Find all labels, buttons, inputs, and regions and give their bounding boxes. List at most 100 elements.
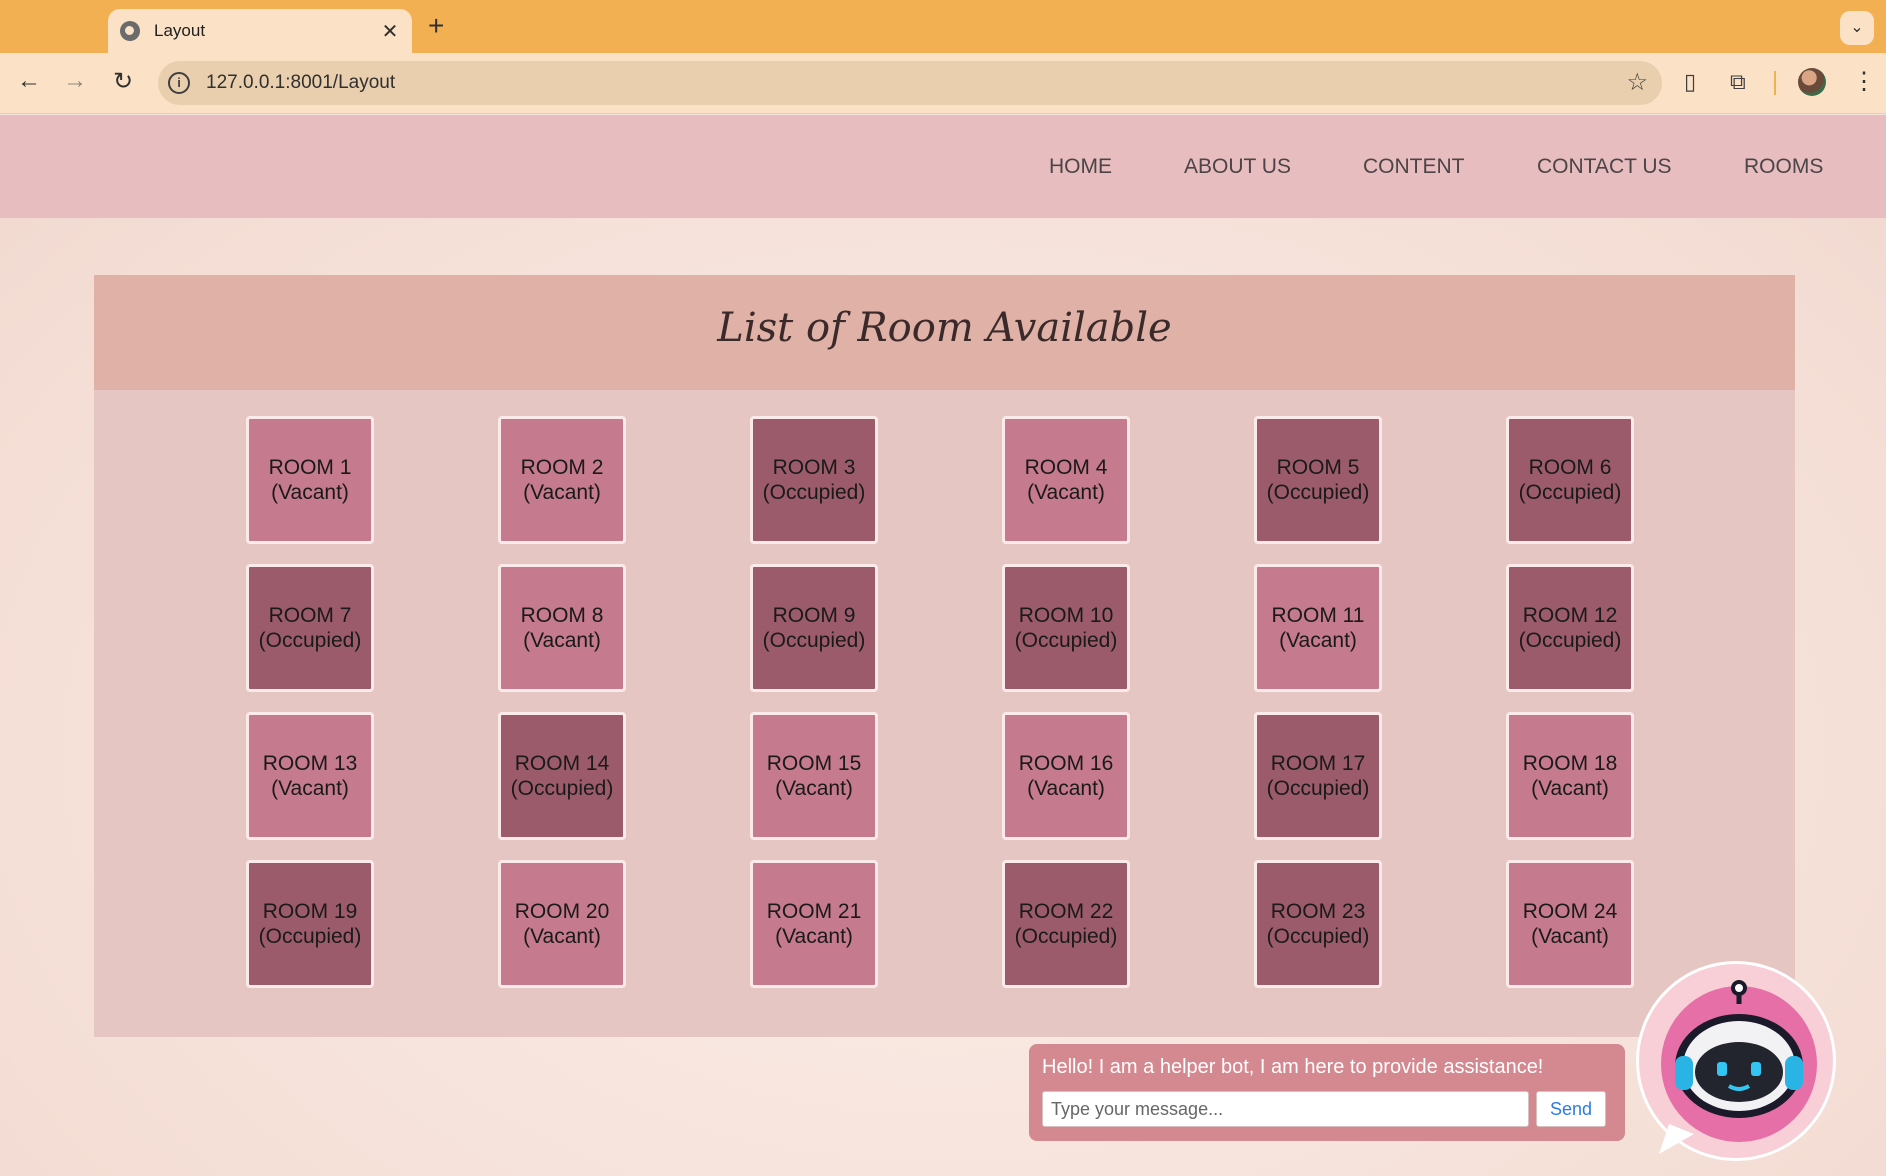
chat-send-button[interactable]: Send <box>1536 1091 1606 1127</box>
room-card[interactable]: ROOM 2 (Vacant) <box>498 416 626 544</box>
room-card[interactable]: ROOM 20 (Vacant) <box>498 860 626 988</box>
room-name: ROOM 22 <box>1018 900 1114 923</box>
room-status: (Occupied) <box>1266 777 1370 800</box>
room-card[interactable]: ROOM 11 (Vacant) <box>1254 564 1382 692</box>
room-card[interactable]: ROOM 3 (Occupied) <box>750 416 878 544</box>
room-status: (Occupied) <box>510 777 614 800</box>
new-tab-button[interactable]: + <box>428 10 444 42</box>
room-status: (Vacant) <box>271 777 349 800</box>
room-card[interactable]: ROOM 22 (Occupied) <box>1002 860 1130 988</box>
room-card[interactable]: ROOM 8 (Vacant) <box>498 564 626 692</box>
room-card[interactable]: ROOM 17 (Occupied) <box>1254 712 1382 840</box>
tab-search-button[interactable]: ⌄ <box>1840 11 1874 45</box>
browser-tab-bar: Layout ✕ + ⌄ <box>0 0 1886 53</box>
room-status: (Vacant) <box>1027 481 1105 504</box>
room-card[interactable]: ROOM 16 (Vacant) <box>1002 712 1130 840</box>
room-card[interactable]: ROOM 5 (Occupied) <box>1254 416 1382 544</box>
room-card[interactable]: ROOM 6 (Occupied) <box>1506 416 1634 544</box>
room-name: ROOM 21 <box>766 900 862 923</box>
site-info-icon[interactable]: i <box>168 72 190 94</box>
nav-rooms[interactable]: ROOMS <box>1744 155 1823 179</box>
globe-icon <box>120 21 140 41</box>
site-navbar: HOME ABOUT US CONTENT CONTACT US ROOMS <box>0 115 1886 218</box>
close-tab-icon[interactable]: ✕ <box>380 19 400 44</box>
room-card[interactable]: ROOM 13 (Vacant) <box>246 712 374 840</box>
room-status: (Vacant) <box>523 925 601 948</box>
room-name: ROOM 4 <box>1024 456 1108 479</box>
room-name: ROOM 1 <box>268 456 352 479</box>
chat-greeting: Hello! I am a helper bot, I am here to p… <box>1042 1056 1544 1078</box>
robot-icon[interactable] <box>1636 961 1836 1161</box>
room-status: (Vacant) <box>775 777 853 800</box>
room-name: ROOM 10 <box>1018 604 1114 627</box>
room-status: (Occupied) <box>762 629 866 652</box>
reading-list-icon[interactable]: ▯ <box>1684 69 1696 95</box>
room-status: (Vacant) <box>523 481 601 504</box>
room-status: (Occupied) <box>258 925 362 948</box>
room-status: (Occupied) <box>762 481 866 504</box>
room-card[interactable]: ROOM 9 (Occupied) <box>750 564 878 692</box>
room-name: ROOM 6 <box>1528 456 1612 479</box>
url-text[interactable]: 127.0.0.1:8001/Layout <box>206 72 395 94</box>
room-card[interactable]: ROOM 15 (Vacant) <box>750 712 878 840</box>
room-card[interactable]: ROOM 14 (Occupied) <box>498 712 626 840</box>
browser-tab[interactable]: Layout ✕ <box>108 9 412 53</box>
room-status: (Vacant) <box>523 629 601 652</box>
room-name: ROOM 12 <box>1522 604 1618 627</box>
address-bar[interactable]: i 127.0.0.1:8001/Layout ☆ <box>158 61 1662 105</box>
room-status: (Vacant) <box>1279 629 1357 652</box>
room-name: ROOM 20 <box>514 900 610 923</box>
room-card[interactable]: ROOM 23 (Occupied) <box>1254 860 1382 988</box>
room-card[interactable]: ROOM 12 (Occupied) <box>1506 564 1634 692</box>
room-status: (Vacant) <box>775 925 853 948</box>
nav-home[interactable]: HOME <box>1049 155 1112 179</box>
reload-icon[interactable]: ↻ <box>108 67 138 96</box>
browser-toolbar: ← → ↻ i 127.0.0.1:8001/Layout ☆ ▯ ⧉ ⋮ <box>0 53 1886 114</box>
room-status: (Vacant) <box>1531 777 1609 800</box>
room-card[interactable]: ROOM 7 (Occupied) <box>246 564 374 692</box>
room-status: (Occupied) <box>258 629 362 652</box>
nav-about-us[interactable]: ABOUT US <box>1184 155 1291 179</box>
room-status: (Occupied) <box>1518 481 1622 504</box>
room-name: ROOM 9 <box>772 604 856 627</box>
chat-message-input[interactable] <box>1042 1091 1529 1127</box>
room-status: (Occupied) <box>1518 629 1622 652</box>
room-name: ROOM 7 <box>268 604 352 627</box>
room-card[interactable]: ROOM 21 (Vacant) <box>750 860 878 988</box>
room-status: (Vacant) <box>1027 777 1105 800</box>
room-card[interactable]: ROOM 1 (Vacant) <box>246 416 374 544</box>
room-name: ROOM 3 <box>772 456 856 479</box>
nav-content[interactable]: CONTENT <box>1363 155 1465 179</box>
room-name: ROOM 15 <box>766 752 862 775</box>
forward-icon[interactable]: → <box>60 67 90 95</box>
room-name: ROOM 11 <box>1271 604 1365 627</box>
room-name: ROOM 18 <box>1522 752 1618 775</box>
nav-contact-us[interactable]: CONTACT US <box>1537 155 1672 179</box>
room-list-panel: List of Room Available ROOM 1 (Vacant) ROO… <box>94 275 1795 1037</box>
room-status: (Occupied) <box>1266 481 1370 504</box>
room-name: ROOM 23 <box>1270 900 1366 923</box>
chat-widget: Hello! I am a helper bot, I am here to p… <box>1029 1044 1625 1141</box>
room-card[interactable]: ROOM 10 (Occupied) <box>1002 564 1130 692</box>
room-status: (Occupied) <box>1266 925 1370 948</box>
browser-menu-icon[interactable]: ⋮ <box>1852 67 1876 96</box>
tab-title: Layout <box>154 21 206 40</box>
room-name: ROOM 14 <box>514 752 610 775</box>
panel-header: List of Room Available <box>94 275 1795 390</box>
room-card[interactable]: ROOM 4 (Vacant) <box>1002 416 1130 544</box>
profile-avatar[interactable] <box>1798 68 1826 96</box>
toolbar-divider <box>1774 71 1776 95</box>
room-name: ROOM 17 <box>1270 752 1366 775</box>
back-icon[interactable]: ← <box>14 67 44 95</box>
room-name: ROOM 24 <box>1522 900 1618 923</box>
bookmark-star-icon[interactable]: ☆ <box>1626 68 1648 97</box>
page-body: HOME ABOUT US CONTENT CONTACT US ROOMS L… <box>0 115 1886 1176</box>
room-status: (Occupied) <box>1014 925 1118 948</box>
room-card[interactable]: ROOM 19 (Occupied) <box>246 860 374 988</box>
room-card[interactable]: ROOM 18 (Vacant) <box>1506 712 1634 840</box>
room-name: ROOM 13 <box>262 752 358 775</box>
room-name: ROOM 8 <box>520 604 604 627</box>
page-title: List of Room Available <box>717 305 1172 351</box>
room-card[interactable]: ROOM 24 (Vacant) <box>1506 860 1634 988</box>
extensions-icon[interactable]: ⧉ <box>1730 69 1746 95</box>
